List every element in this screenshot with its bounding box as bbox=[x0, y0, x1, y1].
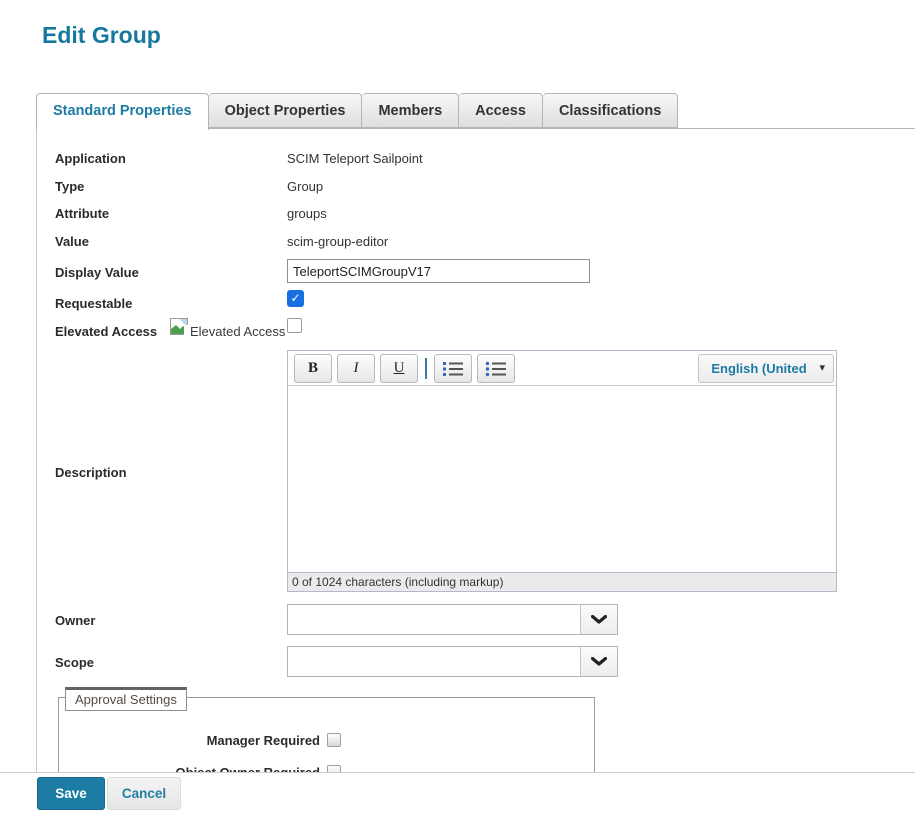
value-value: scim-group-editor bbox=[287, 234, 388, 249]
unordered-list-button[interactable] bbox=[477, 354, 515, 383]
chevron-down-icon bbox=[591, 615, 607, 625]
language-selector[interactable]: English (United States) ▾ bbox=[698, 354, 834, 383]
attribute-value: groups bbox=[287, 206, 327, 221]
type-label: Type bbox=[55, 179, 84, 194]
caret-down-icon: ▾ bbox=[819, 355, 825, 382]
requestable-label: Requestable bbox=[55, 296, 132, 311]
underline-button[interactable]: U bbox=[380, 354, 418, 383]
requestable-checkbox[interactable]: ✓ bbox=[287, 290, 304, 307]
type-value: Group bbox=[287, 179, 323, 194]
ordered-list-icon bbox=[442, 361, 464, 377]
owner-label: Owner bbox=[55, 613, 95, 628]
scope-input[interactable] bbox=[287, 646, 581, 677]
attribute-label: Attribute bbox=[55, 206, 109, 221]
owner-dropdown-button[interactable] bbox=[580, 604, 618, 635]
display-value-label: Display Value bbox=[55, 265, 139, 280]
description-label: Description bbox=[55, 465, 127, 480]
description-textarea[interactable] bbox=[288, 385, 836, 572]
broken-image-icon bbox=[170, 318, 190, 341]
toolbar-separator bbox=[425, 358, 427, 379]
owner-input[interactable] bbox=[287, 604, 581, 635]
tab-panel-left-border bbox=[36, 128, 37, 772]
check-icon: ✓ bbox=[290, 291, 300, 305]
value-label: Value bbox=[55, 234, 89, 249]
tab-object-properties[interactable]: Object Properties bbox=[209, 93, 363, 128]
application-label: Application bbox=[55, 151, 126, 166]
description-editor: B I U bbox=[287, 350, 837, 592]
footer-button-bar: Save Cancel bbox=[0, 772, 915, 819]
chevron-down-icon bbox=[591, 657, 607, 667]
tab-members[interactable]: Members bbox=[362, 93, 459, 128]
tab-bar: Standard Properties Object Properties Me… bbox=[36, 93, 678, 130]
tab-standard-properties[interactable]: Standard Properties bbox=[36, 93, 209, 130]
description-char-count: 0 of 1024 characters (including markup) bbox=[288, 572, 836, 591]
scope-label: Scope bbox=[55, 655, 94, 670]
manager-required-label: Manager Required bbox=[95, 733, 320, 748]
broken-image-alt-text: Elevated Access bbox=[190, 324, 285, 339]
elevated-access-checkbox[interactable] bbox=[287, 318, 302, 333]
unordered-list-icon bbox=[485, 361, 507, 377]
tab-access[interactable]: Access bbox=[459, 93, 543, 128]
italic-button[interactable]: I bbox=[337, 354, 375, 383]
application-value: SCIM Teleport Sailpoint bbox=[287, 151, 423, 166]
page-title: Edit Group bbox=[42, 22, 161, 49]
tab-classifications[interactable]: Classifications bbox=[543, 93, 678, 128]
manager-required-checkbox[interactable] bbox=[327, 733, 341, 747]
edit-group-page: Edit Group Standard Properties Object Pr… bbox=[0, 0, 915, 819]
scope-dropdown-button[interactable] bbox=[580, 646, 618, 677]
approval-settings-legend: Approval Settings bbox=[65, 687, 187, 711]
bold-button[interactable]: B bbox=[294, 354, 332, 383]
cancel-button[interactable]: Cancel bbox=[107, 777, 181, 810]
description-editor-toolbar: B I U bbox=[288, 351, 836, 385]
display-value-input[interactable] bbox=[287, 259, 590, 283]
save-button[interactable]: Save bbox=[37, 777, 105, 810]
ordered-list-button[interactable] bbox=[434, 354, 472, 383]
elevated-access-label: Elevated Access bbox=[55, 324, 157, 339]
